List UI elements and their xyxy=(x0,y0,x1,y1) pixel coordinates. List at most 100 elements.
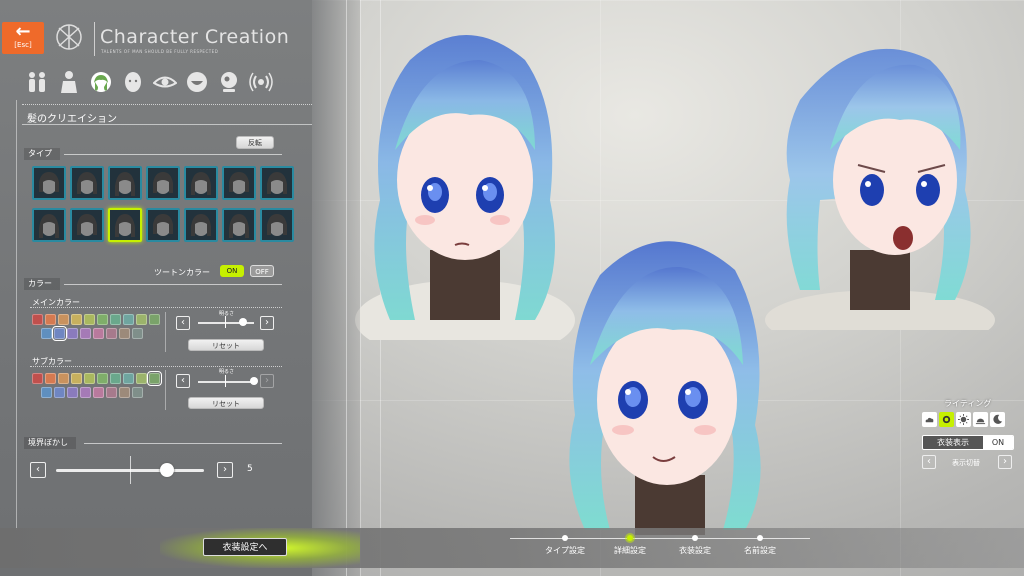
cloudy-icon xyxy=(925,417,934,423)
color-swatch[interactable] xyxy=(110,314,121,325)
color-swatch[interactable] xyxy=(54,387,65,398)
color-swatch[interactable] xyxy=(110,373,121,384)
color-swatch[interactable] xyxy=(80,387,91,398)
step-dot-icon xyxy=(562,535,568,541)
color-swatch[interactable] xyxy=(149,314,160,325)
hair-type-option[interactable] xyxy=(146,166,180,200)
tab-eye[interactable] xyxy=(152,68,178,96)
color-swatch[interactable] xyxy=(67,328,78,339)
lighting-sun-selected-button[interactable] xyxy=(939,412,954,427)
lighting-moon-button[interactable] xyxy=(990,412,1005,427)
go-to-costume-button[interactable]: 衣装設定へ xyxy=(203,538,287,556)
color-swatch[interactable] xyxy=(71,373,82,384)
color-swatch[interactable] xyxy=(97,373,108,384)
color-swatch[interactable] xyxy=(45,314,56,325)
color-swatch[interactable] xyxy=(97,314,108,325)
lighting-sun-button[interactable] xyxy=(956,412,971,427)
tab-mouth[interactable] xyxy=(184,68,210,96)
back-button[interactable]: ← [Esc] xyxy=(2,22,44,54)
sub-color-reset-button[interactable]: リセット xyxy=(188,397,264,409)
hair-type-option[interactable] xyxy=(70,208,104,242)
color-swatch[interactable] xyxy=(106,328,117,339)
hair-thumbnail-icon xyxy=(110,210,140,240)
color-swatch[interactable] xyxy=(84,373,95,384)
color-swatch[interactable] xyxy=(93,387,104,398)
color-swatch[interactable] xyxy=(41,328,52,339)
hair-type-option[interactable] xyxy=(108,166,142,200)
color-swatch[interactable] xyxy=(58,373,69,384)
main-brightness-increase-button[interactable]: › xyxy=(260,316,274,330)
step-4[interactable]: 名前設定 xyxy=(730,534,790,556)
step-3[interactable]: 衣装設定 xyxy=(665,534,725,556)
tab-hair[interactable] xyxy=(88,68,114,96)
main-brightness-decrease-button[interactable]: ‹ xyxy=(176,316,190,330)
color-swatch[interactable] xyxy=(123,373,134,384)
hair-type-option[interactable] xyxy=(184,208,218,242)
sub-brightness-increase-button[interactable]: › xyxy=(260,374,274,388)
color-swatch[interactable] xyxy=(132,328,143,339)
color-swatch[interactable] xyxy=(136,373,147,384)
hair-type-option[interactable] xyxy=(32,166,66,200)
color-swatch[interactable] xyxy=(58,314,69,325)
hair-type-option[interactable] xyxy=(70,166,104,200)
hair-thumbnail-icon xyxy=(262,210,292,240)
hair-type-option[interactable] xyxy=(222,208,256,242)
hair-thumbnail-icon xyxy=(262,168,292,198)
costume-display-toggle[interactable]: 衣装表示 ON xyxy=(922,435,1014,450)
color-swatch[interactable] xyxy=(119,387,130,398)
main-color-reset-button[interactable]: リセット xyxy=(188,339,264,351)
step-label: タイプ設定 xyxy=(545,546,585,555)
slider-center-tick xyxy=(130,456,131,484)
color-swatch[interactable] xyxy=(71,314,82,325)
color-swatch[interactable] xyxy=(32,314,43,325)
color-swatch[interactable] xyxy=(84,314,95,325)
color-swatch[interactable] xyxy=(147,371,162,386)
color-swatch[interactable] xyxy=(45,373,56,384)
sub-brightness-slider[interactable] xyxy=(198,381,254,383)
sub-brightness-knob[interactable] xyxy=(250,377,258,385)
display-switch-prev-button[interactable]: ‹ xyxy=(922,455,936,469)
two-tone-off-toggle[interactable]: OFF xyxy=(250,265,274,277)
color-swatch[interactable] xyxy=(41,387,52,398)
hair-type-option[interactable] xyxy=(184,166,218,200)
color-swatch[interactable] xyxy=(67,387,78,398)
color-swatch[interactable] xyxy=(80,328,91,339)
blur-decrease-button[interactable]: ‹ xyxy=(30,462,46,478)
main-brightness-knob[interactable] xyxy=(238,318,247,326)
hair-type-option[interactable] xyxy=(32,208,66,242)
flip-button[interactable]: 反転 xyxy=(236,136,274,149)
lighting-cloudy-button[interactable] xyxy=(922,412,937,427)
blur-increase-button[interactable]: › xyxy=(217,462,233,478)
body-type-icon xyxy=(29,72,45,92)
hair-type-option[interactable] xyxy=(108,208,142,242)
color-swatch[interactable] xyxy=(136,314,147,325)
tab-face[interactable] xyxy=(120,68,146,96)
color-swatch[interactable] xyxy=(132,387,143,398)
color-swatch[interactable] xyxy=(123,314,134,325)
color-swatch[interactable] xyxy=(93,328,104,339)
tab-body-type[interactable] xyxy=(24,68,50,96)
tab-accessory[interactable] xyxy=(216,68,242,96)
blur-slider-knob[interactable] xyxy=(160,463,174,477)
color-swatch[interactable] xyxy=(119,328,130,339)
page-title: Character Creation xyxy=(100,26,290,48)
tab-person[interactable] xyxy=(56,68,82,96)
color-swatch[interactable] xyxy=(32,373,43,384)
hair-type-option[interactable] xyxy=(260,208,294,242)
face-icon xyxy=(125,72,141,92)
sub-brightness-decrease-button[interactable]: ‹ xyxy=(176,374,190,388)
lighting-sunset-button[interactable] xyxy=(973,412,988,427)
display-switch-next-button[interactable]: › xyxy=(998,455,1012,469)
hair-type-option[interactable] xyxy=(146,208,180,242)
tab-voice[interactable] xyxy=(248,68,274,96)
two-tone-on-toggle[interactable]: ON xyxy=(220,265,244,277)
color-swatch[interactable] xyxy=(52,326,67,341)
accessory-icon xyxy=(221,72,237,92)
hair-type-option[interactable] xyxy=(260,166,294,200)
panel-edge xyxy=(312,0,360,576)
step-label: 衣装設定 xyxy=(679,546,711,555)
step-1[interactable]: タイプ設定 xyxy=(535,534,595,556)
hair-type-option[interactable] xyxy=(222,166,256,200)
color-swatch[interactable] xyxy=(106,387,117,398)
step-2[interactable]: 詳細設定 xyxy=(600,534,660,556)
